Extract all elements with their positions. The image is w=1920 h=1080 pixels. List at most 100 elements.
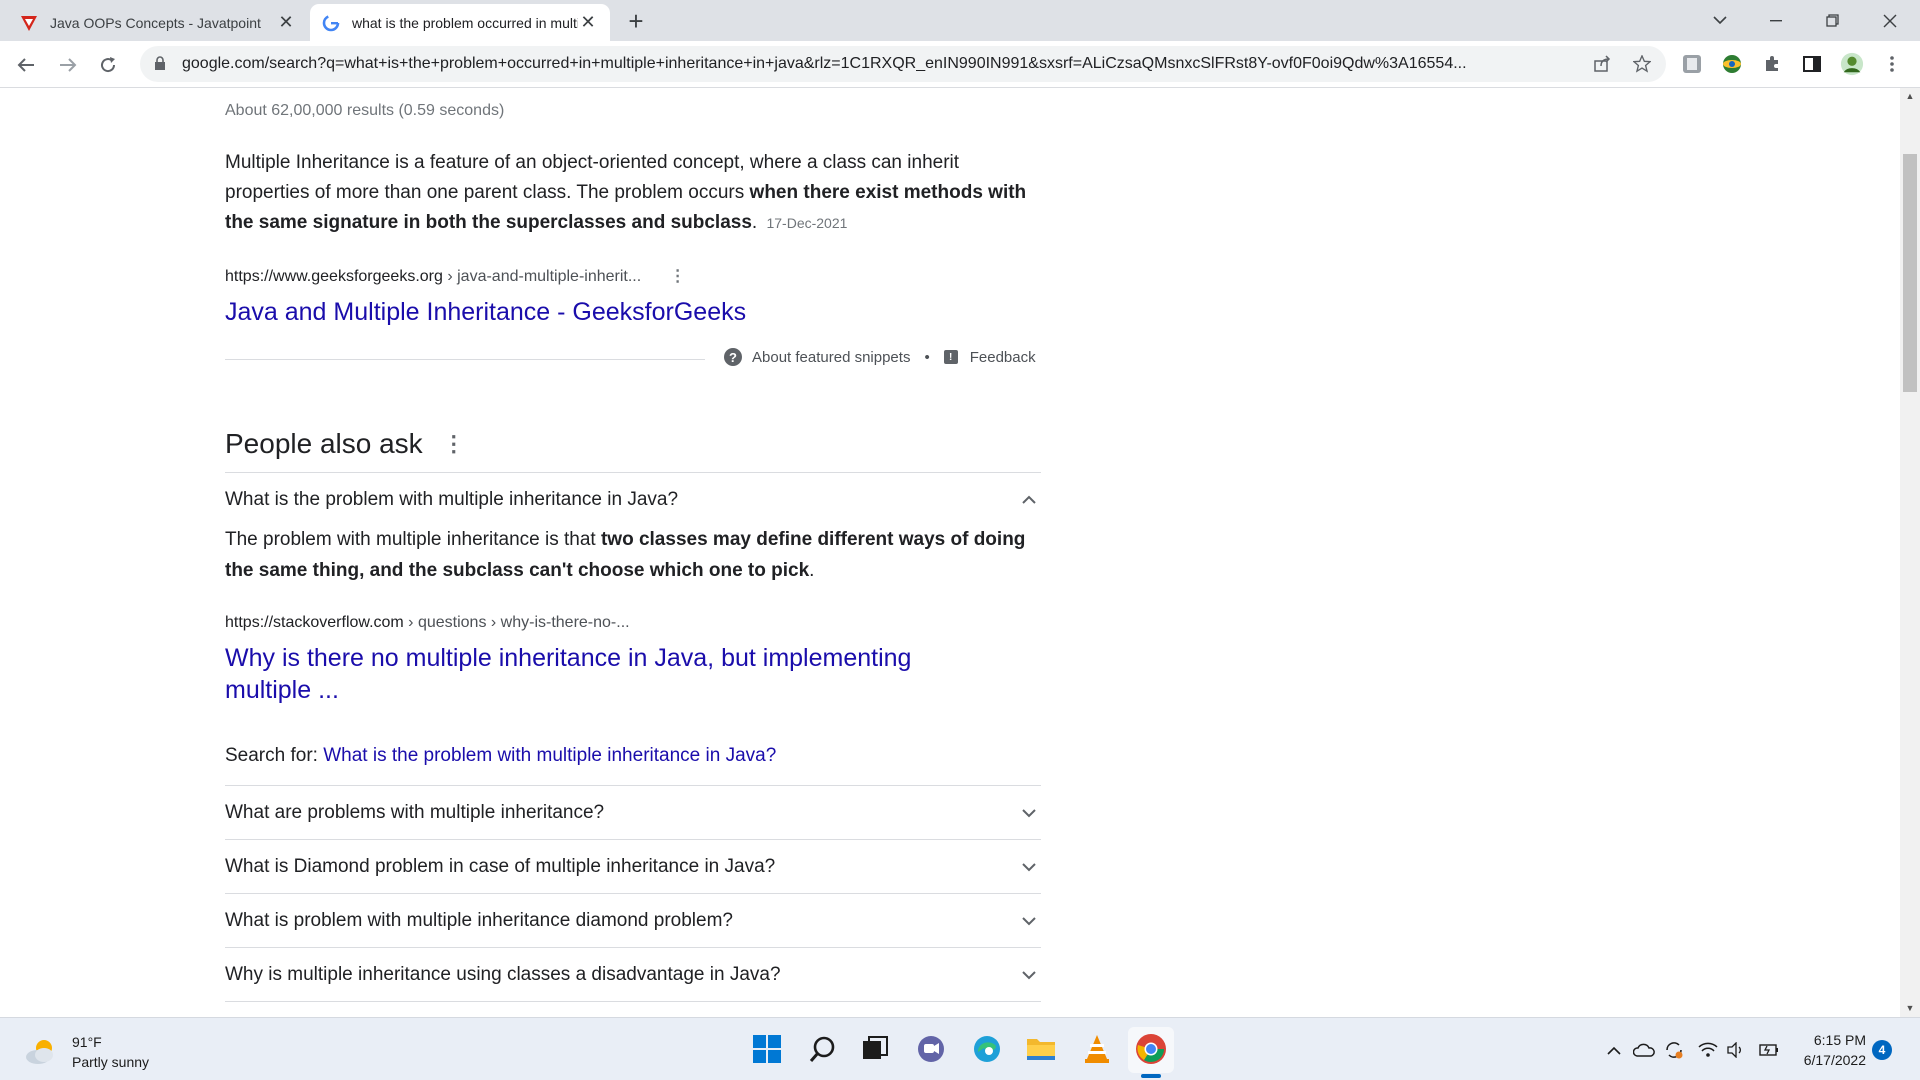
lock-icon[interactable]: [154, 56, 168, 72]
edge-icon[interactable]: [970, 1032, 1004, 1066]
paa-question-expanded[interactable]: What is the problem with multiple inheri…: [225, 473, 1041, 526]
system-clock[interactable]: 6:15 PM 6/17/2022: [1790, 1030, 1866, 1070]
featured-snippet-text: Multiple Inheritance is a feature of an …: [225, 148, 1045, 238]
show-hidden-icons-chevron-icon[interactable]: [1602, 1038, 1626, 1062]
close-window-icon[interactable]: [1862, 0, 1918, 41]
close-tab-icon[interactable]: ✕: [578, 12, 598, 33]
start-icon[interactable]: [750, 1032, 784, 1066]
tab-title: Java OOPs Concepts - Javatpoint: [50, 14, 261, 31]
snippet-footer: ? About featured snippets • ! Feedback: [724, 348, 1036, 366]
weather-widget[interactable]: 91°F Partly sunny: [24, 1032, 149, 1072]
volume-icon[interactable]: [1724, 1038, 1748, 1062]
paa-question-text[interactable]: What is problem with multiple inheritanc…: [225, 910, 733, 932]
paa-question-text[interactable]: What is the problem with multiple inheri…: [225, 489, 678, 511]
search-icon[interactable]: [806, 1032, 840, 1066]
chevron-down-icon[interactable]: [1017, 855, 1041, 879]
onedrive-icon[interactable]: [1632, 1038, 1656, 1062]
answer-link-line1[interactable]: Why is there no multiple inheritance in …: [225, 642, 911, 674]
close-tab-icon[interactable]: ✕: [276, 12, 296, 33]
cite-domain[interactable]: https://www.geeksforgeeks.org: [225, 268, 443, 285]
chevron-down-icon[interactable]: [1017, 963, 1041, 987]
feedback-icon[interactable]: !: [943, 350, 958, 364]
windows-taskbar: 91°F Partly sunny 6:15 PM 6/17/2022 4: [0, 1017, 1920, 1080]
tab-search-icon[interactable]: [1692, 0, 1748, 41]
paa-question[interactable]: Why is multiple inheritance using classe…: [225, 948, 1041, 1001]
extension-reader-icon[interactable]: [1680, 52, 1704, 76]
notification-badge[interactable]: 4: [1872, 1040, 1892, 1060]
battery-icon[interactable]: [1756, 1038, 1780, 1062]
url-text[interactable]: google.com/search?q=what+is+the+problem+…: [182, 55, 1622, 73]
search-results-page: About 62,00,000 results (0.59 seconds) M…: [0, 88, 1900, 1017]
paa-question-text[interactable]: Why is multiple inheritance using classe…: [225, 964, 781, 986]
page-scrollbar[interactable]: ▲ ▼: [1900, 88, 1920, 1017]
active-app-indicator: [1141, 1074, 1161, 1078]
answer-result-link[interactable]: Why is there no multiple inheritance in …: [225, 642, 911, 706]
vlc-icon[interactable]: [1080, 1032, 1114, 1066]
answer-text: The problem with multiple inheritance is…: [225, 529, 601, 550]
scrollbar-thumb[interactable]: [1903, 154, 1917, 392]
scroll-down-arrow-icon[interactable]: ▼: [1900, 1000, 1920, 1017]
partly-sunny-icon: [24, 1037, 58, 1067]
search-for: Search for: What is the problem with mul…: [225, 745, 776, 767]
search-for-link[interactable]: What is the problem with multiple inheri…: [323, 745, 776, 766]
reload-icon[interactable]: [92, 49, 124, 81]
more-options-icon[interactable]: ⋮: [670, 268, 686, 285]
cite-domain[interactable]: https://stackoverflow.com: [225, 614, 404, 631]
tab-google-search[interactable]: what is the problem occurred in multiple…: [310, 4, 610, 41]
task-view-icon[interactable]: [858, 1032, 892, 1066]
featured-result-link[interactable]: Java and Multiple Inheritance - Geeksfor…: [225, 296, 746, 328]
paa-question[interactable]: What is problem with multiple inheritanc…: [225, 894, 1041, 947]
feedback-link[interactable]: Feedback: [970, 349, 1036, 366]
paa-question-text[interactable]: What is Diamond problem in case of multi…: [225, 856, 775, 878]
paa-divider: [225, 1001, 1041, 1002]
people-also-ask-heading: People also ask ⋮: [225, 428, 465, 460]
help-icon[interactable]: ?: [724, 348, 742, 366]
clock-time: 6:15 PM: [1813, 1032, 1866, 1048]
chrome-icon[interactable]: [1134, 1032, 1168, 1066]
chevron-up-icon[interactable]: [1017, 488, 1041, 512]
answer-link-line2[interactable]: multiple ...: [225, 674, 911, 706]
paa-question[interactable]: What is Diamond problem in case of multi…: [225, 840, 1041, 893]
teams-chat-icon[interactable]: [914, 1032, 948, 1066]
about-featured-snippets-link[interactable]: About featured snippets: [752, 349, 910, 366]
extension-globe-icon[interactable]: [1720, 52, 1744, 76]
file-explorer-icon[interactable]: [1024, 1032, 1058, 1066]
cite-path[interactable]: › questions › why-is-there-no-...: [404, 614, 629, 631]
sync-icon[interactable]: [1662, 1038, 1686, 1062]
tab-javatpoint[interactable]: Java OOPs Concepts - Javatpoint ✕: [8, 4, 308, 41]
tab-title: what is the problem occurred in multiple: [352, 14, 578, 31]
wifi-icon[interactable]: [1696, 1038, 1720, 1062]
chevron-down-icon[interactable]: [1017, 801, 1041, 825]
weather-desc: Partly sunny: [72, 1054, 150, 1070]
minimize-icon[interactable]: [1748, 0, 1804, 41]
paa-question[interactable]: What are problems with multiple inherita…: [225, 786, 1041, 839]
paa-heading-text: People also ask: [225, 428, 423, 459]
forward-icon[interactable]: [52, 49, 84, 81]
browser-toolbar: google.com/search?q=what+is+the+problem+…: [0, 41, 1920, 88]
restore-icon[interactable]: [1804, 0, 1860, 41]
result-stats: About 62,00,000 results (0.59 seconds): [225, 102, 505, 119]
share-icon[interactable]: [1586, 48, 1618, 80]
answer-cite[interactable]: https://stackoverflow.com › questions › …: [225, 614, 630, 632]
new-tab-icon[interactable]: +: [622, 8, 650, 36]
back-icon[interactable]: [10, 49, 42, 81]
extensions-puzzle-icon[interactable]: [1760, 52, 1784, 76]
tab-strip: Java OOPs Concepts - Javatpoint ✕ what i…: [0, 0, 1920, 41]
divider: [225, 359, 705, 360]
address-bar[interactable]: google.com/search?q=what+is+the+problem+…: [140, 46, 1666, 82]
side-panel-icon[interactable]: [1800, 52, 1824, 76]
google-icon: [322, 14, 340, 32]
more-options-icon[interactable]: ⋮: [443, 431, 465, 457]
cite-path[interactable]: › java-and-multiple-inherit...: [443, 268, 641, 285]
profile-avatar[interactable]: [1840, 52, 1864, 76]
chrome-menu-icon[interactable]: [1880, 52, 1904, 76]
featured-cite[interactable]: https://www.geeksforgeeks.org › java-and…: [225, 266, 686, 286]
paa-question-text[interactable]: What are problems with multiple inherita…: [225, 802, 604, 824]
weather-temp: 91°F: [72, 1034, 102, 1050]
scroll-up-arrow-icon[interactable]: ▲: [1900, 88, 1920, 105]
bookmark-star-icon[interactable]: [1626, 48, 1658, 80]
javatpoint-icon: [20, 14, 38, 32]
clock-date: 6/17/2022: [1803, 1052, 1866, 1068]
search-for-label: Search for:: [225, 745, 324, 766]
chevron-down-icon[interactable]: [1017, 909, 1041, 933]
